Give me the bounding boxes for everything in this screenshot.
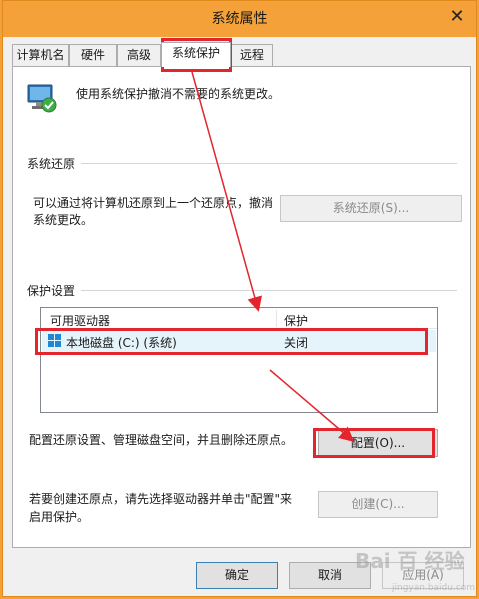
arrow-to-drive-row bbox=[191, 71, 263, 312]
watermark-logo: Bai 百 经验 bbox=[355, 549, 465, 573]
annotation-arrows bbox=[191, 71, 355, 442]
watermark-url: jingyan.baidu.com bbox=[392, 583, 476, 593]
arrow-to-configure bbox=[269, 369, 355, 442]
tab-system-protection[interactable]: 系统保护 bbox=[161, 42, 231, 67]
